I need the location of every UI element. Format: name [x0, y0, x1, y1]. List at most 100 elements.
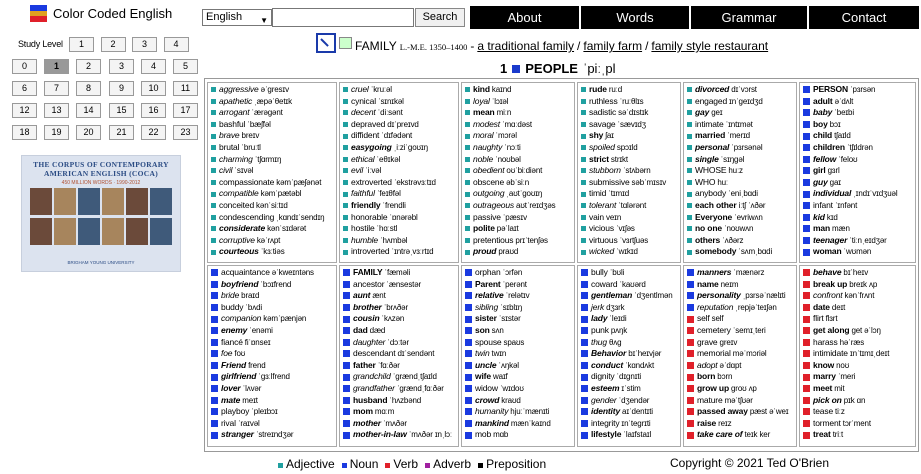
study-level-0-button[interactable]: 0: [12, 59, 37, 74]
word-row[interactable]: loyal ˈlɔɪəl: [465, 96, 574, 108]
word-row[interactable]: descendant dɪˈsendənt: [343, 348, 458, 360]
word-row[interactable]: civil ˈsɪvəl: [211, 165, 336, 177]
word-row[interactable]: gay geɪ: [687, 107, 796, 119]
nav-contact[interactable]: Contact: [809, 6, 919, 29]
word-row[interactable]: personality ˌpɜrsəˈnælɪti: [687, 290, 796, 302]
word-row[interactable]: savage ˈsævɪdʒ: [581, 119, 680, 131]
word-row[interactable]: anybody ˈeniˌbɑdi: [687, 188, 796, 200]
language-select[interactable]: English ▼: [202, 9, 272, 26]
study-level-22-button[interactable]: 22: [141, 125, 166, 140]
study-level-8-button[interactable]: 8: [76, 81, 101, 96]
word-row[interactable]: passive ˈpæsɪv: [465, 212, 574, 224]
word-row[interactable]: jerk dʒɜrk: [581, 302, 680, 314]
word-row[interactable]: spoiled spɔɪld: [581, 142, 680, 154]
study-level-14-button[interactable]: 14: [76, 103, 101, 118]
word-row[interactable]: mother-in-law ˈmʌðər ɪnˌlɔː: [343, 429, 458, 441]
word-row[interactable]: cemetery ˈsemɪˌteri: [687, 325, 796, 337]
word-row[interactable]: girlfriend ˈgɜːlfrend: [211, 371, 336, 383]
word-row[interactable]: fiancé fiˈɒnseɪ: [211, 337, 336, 349]
word-row[interactable]: stubborn ˈstʌbərn: [581, 165, 680, 177]
word-row[interactable]: tolerant ˈtɑlərənt: [581, 200, 680, 212]
word-row[interactable]: Behavior bɪˈheɪvjər: [581, 348, 680, 360]
word-row[interactable]: divorced dɪˈvɔrst: [687, 84, 796, 96]
word-row[interactable]: children ˈtʃɪldrən: [803, 142, 915, 154]
study-level-21-button[interactable]: 21: [109, 125, 134, 140]
word-row[interactable]: evil ˈiːvəl: [343, 165, 458, 177]
word-row[interactable]: WHO huː: [687, 177, 796, 189]
word-row[interactable]: crowd kraʊd: [465, 395, 574, 407]
word-row[interactable]: mate meɪt: [211, 395, 336, 407]
word-row[interactable]: guy gaɪ: [803, 177, 915, 189]
word-row[interactable]: treat triːt: [803, 429, 915, 441]
word-row[interactable]: bride braɪd: [211, 290, 336, 302]
word-row[interactable]: humanity hjuːˈmænɪti: [465, 406, 574, 418]
word-row[interactable]: each other iːtʃ ˈʌðər: [687, 200, 796, 212]
word-row[interactable]: depraved dɪˈpreɪvd: [343, 119, 458, 131]
nav-words[interactable]: Words: [581, 6, 689, 29]
word-row[interactable]: tease tiːz: [803, 406, 915, 418]
word-row[interactable]: father ˈfɑːðər: [343, 360, 458, 372]
word-row[interactable]: man mæn: [803, 223, 915, 235]
word-row[interactable]: aggressive əˈgresɪv: [211, 84, 336, 96]
word-row[interactable]: uncle ˈʌŋkəl: [465, 360, 574, 372]
study-level-6-button[interactable]: 6: [12, 81, 37, 96]
search-button[interactable]: Search: [415, 8, 465, 27]
word-row[interactable]: grave greɪv: [687, 337, 796, 349]
study-level-1-button[interactable]: 1: [44, 59, 69, 74]
word-row[interactable]: PERSON ˈpɜrsən: [803, 84, 915, 96]
word-row[interactable]: dignity ˈdɪgnɪti: [581, 371, 680, 383]
coca-banner[interactable]: THE CORPUS OF CONTEMPORARY AMERICAN ENGL…: [21, 155, 181, 272]
study-level-2-button[interactable]: 2: [100, 37, 126, 52]
word-row[interactable]: lover ˈlʌvər: [211, 383, 336, 395]
word-row[interactable]: kind kaɪnd: [465, 84, 574, 96]
word-row[interactable]: dad dæd: [343, 325, 458, 337]
word-row[interactable]: bashful ˈbæʃfəl: [211, 119, 336, 131]
word-row[interactable]: moral ˈmɔrəl: [465, 130, 574, 142]
word-row[interactable]: fellow ˈfeloʊ: [803, 154, 915, 166]
word-row[interactable]: WHOSE huːz: [687, 165, 796, 177]
word-row[interactable]: reputation ˌrepjəˈteɪʃən: [687, 302, 796, 314]
word-row[interactable]: naughty ˈnɔːti: [465, 142, 574, 154]
word-row[interactable]: son sʌn: [465, 325, 574, 337]
study-level-20-button[interactable]: 20: [76, 125, 101, 140]
word-row[interactable]: personal ˈpɜrsənəl: [687, 142, 796, 154]
word-row[interactable]: get along get əˈlɔŋ: [803, 325, 915, 337]
word-row[interactable]: submissive səbˈmɪsɪv: [581, 177, 680, 189]
word-row[interactable]: grow up groʊ ʌp: [687, 383, 796, 395]
word-row[interactable]: lifestyle ˈlaɪfstaɪl: [581, 429, 680, 441]
word-row[interactable]: vain veɪn: [581, 212, 680, 224]
word-row[interactable]: engaged ɪnˈgeɪdʒd: [687, 96, 796, 108]
word-row[interactable]: sibling ˈsɪblɪŋ: [465, 302, 574, 314]
study-level-4-button[interactable]: 4: [141, 59, 166, 74]
word-row[interactable]: mean miːn: [465, 107, 574, 119]
study-level-9-button[interactable]: 9: [109, 81, 134, 96]
site-logo[interactable]: Color Coded English: [30, 5, 172, 23]
word-row[interactable]: charming ˈtʃɑrmɪŋ: [211, 154, 336, 166]
word-row[interactable]: obedient oʊˈbiːdiənt: [465, 165, 574, 177]
word-row[interactable]: virtuous ˈvɜrtʃuəs: [581, 235, 680, 247]
word-row[interactable]: coward ˈkaʊərd: [581, 279, 680, 291]
word-row[interactable]: passed away pæst əˈweɪ: [687, 406, 796, 418]
word-row[interactable]: adult əˈdʌlt: [803, 96, 915, 108]
word-row[interactable]: memorial məˈmɔriəl: [687, 348, 796, 360]
word-row[interactable]: friendly ˈfrendli: [343, 200, 458, 212]
word-row[interactable]: honorable ˈɒnərəbl: [343, 212, 458, 224]
word-row[interactable]: sister ˈsɪstər: [465, 313, 574, 325]
word-row[interactable]: obscene əbˈsiːn: [465, 177, 574, 189]
word-row[interactable]: introverted ˈɪntrəˌvɜːrtɪd: [343, 246, 458, 258]
word-row[interactable]: take care of teɪk ker: [687, 429, 796, 441]
word-row[interactable]: compatible kəmˈpætəbl: [211, 188, 336, 200]
word-row[interactable]: mob mɑb: [465, 429, 574, 441]
word-row[interactable]: apathetic ˌæpəˈθetɪk: [211, 96, 336, 108]
study-level-12-button[interactable]: 12: [12, 103, 37, 118]
word-row[interactable]: husband ˈhʌzbənd: [343, 395, 458, 407]
word-row[interactable]: grandchild ˈgrændˌtʃaɪld: [343, 371, 458, 383]
word-row[interactable]: born bɔrn: [687, 371, 796, 383]
word-row[interactable]: individual ˌɪndɪˈvɪdʒuəl: [803, 188, 915, 200]
study-level-11-button[interactable]: 11: [173, 81, 198, 96]
word-row[interactable]: Parent ˈperənt: [465, 279, 574, 291]
word-row[interactable]: widow ˈwɪdoʊ: [465, 383, 574, 395]
word-row[interactable]: arrogant ˈærəgənt: [211, 107, 336, 119]
word-row[interactable]: boy bɔɪ: [803, 119, 915, 131]
study-level-23-button[interactable]: 23: [173, 125, 198, 140]
